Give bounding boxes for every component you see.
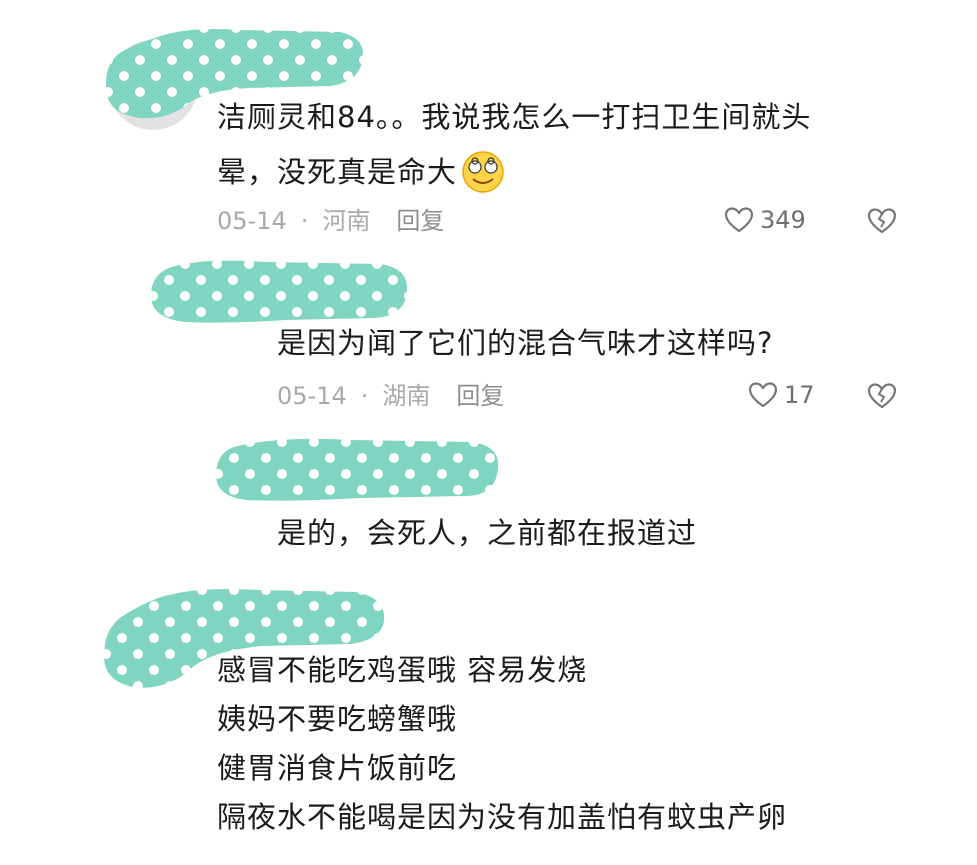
comment-location: 湖南 xyxy=(382,382,431,410)
comment-text-line-wrap: 晕，没死真是命大 xyxy=(217,150,505,194)
comment-text-line: 健胃消食片饭前吃 xyxy=(217,751,458,785)
comment-text-line: 是的，会死人，之前都在报道过 xyxy=(277,516,698,550)
comment-meta: 05-14 · 湖南 回复 xyxy=(277,384,504,408)
comment-date: 05-14 xyxy=(217,207,287,235)
comment-text-line: 是因为闻了它们的混合气味才这样吗? xyxy=(277,326,774,360)
comment-location: 河南 xyxy=(322,207,371,235)
comment-date: 05-14 xyxy=(277,382,347,410)
username-redaction xyxy=(151,260,407,323)
heart-outline-icon xyxy=(724,207,754,233)
comment-text-line: 洁厕灵和84。。我说我怎么一打扫卫生间就头 xyxy=(217,100,812,134)
dizzy-face-emoji-icon xyxy=(462,151,504,193)
comment-text-line: 姨妈不要吃螃蟹哦 xyxy=(217,702,458,736)
like-button[interactable]: 17 xyxy=(748,381,815,409)
comment-text-line: 感冒不能吃鸡蛋哦 容易发烧 xyxy=(217,653,588,687)
heart-outline-icon xyxy=(748,382,778,408)
comment-1: 洁厕灵和84。。我说我怎么一打扫卫生间就头 晕，没死真是命大 05-14 · 河南回… xyxy=(0,0,977,250)
reply-button[interactable]: 回复 xyxy=(456,382,504,410)
comment-2: 是因为闻了它们的混合气味才这样吗? 05-14 · 湖南 回复 17 xyxy=(0,250,977,430)
like-count: 349 xyxy=(760,206,806,234)
comment-4: 感冒不能吃鸡蛋哦 容易发烧 姨妈不要吃螃蟹哦 健胃消食片饭前吃 隔夜水不能喝是因… xyxy=(0,580,977,865)
comment-text-line: 晕，没死真是命大 xyxy=(217,154,458,189)
separator-dot: · xyxy=(360,382,369,410)
comment-3: 是的，会死人，之前都在报道过 xyxy=(0,430,977,580)
username-redaction xyxy=(215,438,499,501)
dislike-broken-heart-icon[interactable] xyxy=(866,381,898,411)
dislike-broken-heart-icon[interactable] xyxy=(866,206,898,236)
like-count: 17 xyxy=(784,381,815,409)
like-button[interactable]: 349 xyxy=(724,206,806,234)
comment-meta: 05-14 · 河南 回复 xyxy=(217,209,444,233)
reply-button[interactable]: 回复 xyxy=(396,207,444,235)
comment-text-line: 隔夜水不能喝是因为没有加盖怕有蚊虫产卵 xyxy=(217,800,788,834)
separator-dot: · xyxy=(300,207,309,235)
